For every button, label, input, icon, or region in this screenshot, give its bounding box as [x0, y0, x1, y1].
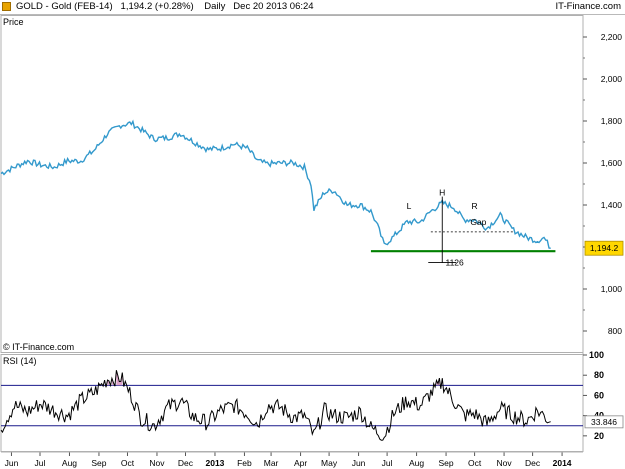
last-rsi-value: 33.846	[591, 417, 617, 427]
x-tick-label: May	[321, 458, 338, 468]
x-tick-label: Mar	[264, 458, 279, 468]
x-tick-label: Apr	[294, 458, 307, 468]
x-tick-label: 2013	[206, 458, 225, 468]
x-tick-label: 2014	[553, 458, 572, 468]
x-tick-label: Oct	[121, 458, 135, 468]
rsi-tick-label: 60	[594, 390, 604, 400]
price-watermark: © IT-Finance.com	[3, 342, 74, 352]
rsi-tick-label: 80	[594, 370, 604, 380]
x-tick-label: Jun	[352, 458, 366, 468]
price-panel-title: Price	[3, 17, 24, 27]
x-tick-label: Aug	[409, 458, 424, 468]
x-tick-label: Aug	[62, 458, 77, 468]
x-tick-label: Oct	[468, 458, 482, 468]
x-tick-label: Jul	[35, 458, 46, 468]
x-tick-label: Sep	[438, 458, 453, 468]
price-chart[interactable]: Price © IT-Finance.com RSI (14) L H R Gap 11…	[0, 0, 625, 469]
rsi-tick-label: 100	[589, 350, 604, 360]
x-tick-label: Jun	[5, 458, 19, 468]
last-price-value: 1,194.2	[590, 243, 619, 253]
x-tick-label: Nov	[149, 458, 165, 468]
x-tick-label: Dec	[525, 458, 541, 468]
rsi-panel	[0, 354, 584, 452]
annotation-label: H	[439, 188, 445, 198]
rsi-panel-title: RSI (14)	[3, 356, 37, 366]
price-tick-label: 2,000	[601, 74, 623, 84]
annotation-label: 1126	[445, 257, 464, 267]
price-panel	[0, 15, 584, 353]
price-tick-label: 1,800	[601, 116, 623, 126]
x-tick-label: Nov	[497, 458, 513, 468]
annotation-label: R	[472, 201, 478, 211]
price-tick-label: 800	[608, 326, 622, 336]
rsi-tick-label: 20	[594, 431, 604, 441]
price-tick-label: 1,400	[601, 200, 623, 210]
price-tick-label: 1,000	[601, 284, 623, 294]
x-tick-label: Sep	[91, 458, 106, 468]
x-tick-label: Dec	[178, 458, 194, 468]
annotation-label: Gap	[470, 217, 486, 227]
annotation-label: L	[407, 201, 412, 211]
price-tick-label: 2,200	[601, 32, 623, 42]
x-tick-label: Jul	[382, 458, 393, 468]
price-tick-label: 1,600	[601, 158, 623, 168]
x-tick-label: Feb	[237, 458, 252, 468]
